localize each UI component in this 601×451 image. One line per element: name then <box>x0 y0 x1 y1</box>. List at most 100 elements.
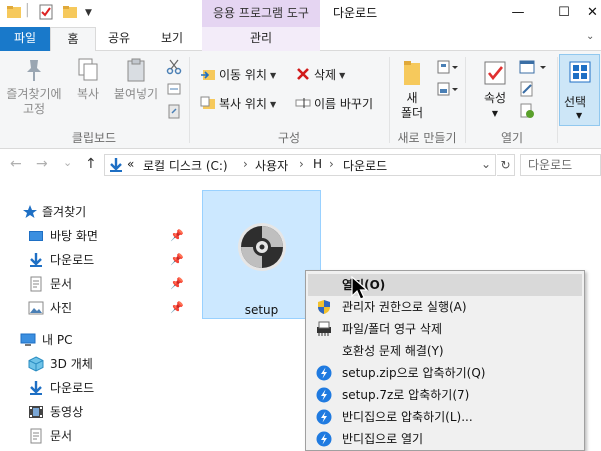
new-folder-icon[interactable] <box>62 4 78 20</box>
new-folder-label-line2: 폴더 <box>400 106 424 120</box>
ribbon-expand-icon[interactable]: ⌄ <box>586 31 594 42</box>
breadcrumb-users[interactable]: 사용자 <box>255 157 288 174</box>
move-to-button[interactable]: 이동 위치 ▼ <box>200 65 276 85</box>
delete-label: 삭제 <box>314 68 337 82</box>
tab-file[interactable]: 파일 <box>0 27 50 51</box>
pin-quick-access-button[interactable]: 즐겨찾기에 고정 <box>2 57 66 117</box>
menu-item-open[interactable]: 열기(O) <box>308 274 582 296</box>
folder-icon[interactable] <box>6 4 22 20</box>
delete-button[interactable]: 삭제 ▼ <box>295 65 345 85</box>
refresh-button[interactable]: ↻ <box>497 154 515 176</box>
pin-label-line2: 고정 <box>22 102 46 116</box>
pin-label-line1: 즐겨찾기에 <box>6 87 62 101</box>
tab-view[interactable]: 보기 <box>142 27 202 51</box>
download-arrow-icon <box>110 158 122 172</box>
address-bar[interactable]: « 로컬 디스크 (C:) › 사용자 › H › 다운로드 ⌄ <box>104 154 496 176</box>
nav-videos-label: 동영상 <box>50 405 84 419</box>
select-button[interactable]: 선택 ▼ <box>559 54 600 126</box>
minimize-button[interactable]: — <box>495 0 541 27</box>
close-button[interactable]: ✕ <box>587 0 601 27</box>
bandizip-icon <box>316 365 332 381</box>
title-bar: | ▼ 응용 프로그램 도구 다운로드 — ☐ ✕ <box>0 0 601 27</box>
breadcrumb-h[interactable]: H <box>313 157 322 171</box>
open-icon[interactable] <box>519 59 549 75</box>
copy-to-button[interactable]: 복사 위치 ▼ <box>200 94 276 114</box>
copy-label: 복사 <box>76 87 100 101</box>
recent-locations-button[interactable]: ⌄ <box>63 156 72 169</box>
context-menu: 열기(O) 관리자 권한으로 실행(A) 파일/폴더 영구 삭제 호환성 문제 … <box>305 270 585 451</box>
breadcrumb-local-disk[interactable]: 로컬 디스크 (C:) <box>143 157 228 174</box>
tab-manage[interactable]: 관리 <box>202 27 320 51</box>
move-to-label: 이동 위치 <box>219 68 267 82</box>
file-item-setup[interactable]: setup <box>202 190 321 319</box>
menu-item-compress-bandizip[interactable]: 반디집으로 압축하기(L)... <box>308 406 582 428</box>
nav-downloads[interactable]: 다운로드 📌 <box>0 248 192 272</box>
cube-icon <box>28 356 44 372</box>
tab-share[interactable]: 공유 <box>96 27 142 51</box>
breadcrumb-downloads[interactable]: 다운로드 <box>343 157 387 174</box>
nav-3d-objects-label: 3D 개체 <box>50 357 93 371</box>
properties-button[interactable]: 속성 ▼ <box>470 57 520 121</box>
rename-button[interactable]: 이름 바꾸기 <box>295 94 373 114</box>
easy-access-icon[interactable] <box>437 81 459 97</box>
menu-item-label: 반디집으로 압축하기(L)... <box>342 410 473 424</box>
copy-to-caret-icon: ▼ <box>269 100 277 109</box>
breadcrumb-separator[interactable]: › <box>329 157 334 171</box>
breadcrumb-overflow[interactable]: « <box>127 157 134 171</box>
nav-pictures[interactable]: 사진 📌 <box>0 296 192 320</box>
breadcrumb-separator[interactable]: › <box>299 157 304 171</box>
new-folder-big-icon <box>404 61 420 85</box>
new-folder-button[interactable]: 새 폴더 <box>394 57 430 121</box>
pin-icon[interactable]: 📌 <box>170 224 184 248</box>
back-button[interactable]: ← <box>10 156 22 172</box>
navigation-pane: 즐겨찾기 바탕 화면 📌 다운로드 📌 문서 📌 사진 📌 내 PC 3D 개체… <box>0 196 192 451</box>
this-pc-icon <box>20 333 36 346</box>
menu-item-label: 호환성 문제 해결(Y) <box>342 344 444 358</box>
copy-path-icon[interactable] <box>166 81 182 97</box>
ribbon: 즐겨찾기에 고정 복사 붙여넣기 클립보드 이동 위치 ▼ 복사 위치 ▼ 삭제 ▼ … <box>0 51 601 149</box>
up-button[interactable]: ↑ <box>85 156 97 172</box>
menu-item-permanent-delete[interactable]: 파일/폴더 영구 삭제 <box>308 318 582 340</box>
address-dropdown-button[interactable]: ⌄ <box>481 157 491 171</box>
forward-button[interactable]: → <box>36 156 48 172</box>
copy-to-label: 복사 위치 <box>219 97 267 111</box>
move-to-caret-icon: ▼ <box>269 71 277 80</box>
pin-icon[interactable]: 📌 <box>170 272 184 296</box>
new-item-icon[interactable] <box>437 59 459 75</box>
cut-icon[interactable] <box>166 59 182 75</box>
nav-desktop[interactable]: 바탕 화면 📌 <box>0 224 192 248</box>
video-icon <box>29 406 43 418</box>
paste-button[interactable]: 붙여넣기 <box>108 57 164 102</box>
tab-home[interactable]: 홈 <box>50 27 96 52</box>
bandizip-icon <box>316 409 332 425</box>
address-row: ← → ⌄ ↑ « 로컬 디스크 (C:) › 사용자 › H › 다운로드 ⌄… <box>0 150 601 180</box>
select-grid-icon <box>569 61 591 83</box>
copy-button[interactable]: 복사 <box>70 57 106 102</box>
paste-shortcut-icon[interactable] <box>166 103 182 119</box>
download-arrow-icon <box>30 381 42 395</box>
select-label: 선택 <box>564 95 587 109</box>
search-input[interactable]: 다운로드 <box>520 154 601 176</box>
context-tab-header: 응용 프로그램 도구 <box>202 0 320 27</box>
file-name: setup <box>244 303 279 317</box>
menu-item-open-bandizip[interactable]: 반디집으로 열기 <box>308 428 582 450</box>
nav-downloads-label: 다운로드 <box>50 253 95 267</box>
menu-item-troubleshoot[interactable]: 호환성 문제 해결(Y) <box>308 340 582 362</box>
pictures-icon <box>28 301 44 315</box>
disc-installer-icon <box>238 223 286 271</box>
nav-documents[interactable]: 문서 📌 <box>0 272 192 296</box>
breadcrumb-separator[interactable]: › <box>243 157 248 171</box>
open-group-label: 열기 <box>500 131 524 145</box>
menu-item-compress-7z[interactable]: setup.7z로 압축하기(7) <box>308 384 582 406</box>
pin-icon[interactable]: 📌 <box>170 296 184 320</box>
menu-item-compress-zip[interactable]: setup.zip으로 압축하기(Q) <box>308 362 582 384</box>
properties-check-icon[interactable] <box>38 4 54 20</box>
pin-icon[interactable]: 📌 <box>170 248 184 272</box>
customize-quick-access-icon[interactable]: ▼ <box>85 8 92 18</box>
nav-quick-access-label: 즐겨찾기 <box>42 205 87 219</box>
maximize-button[interactable]: ☐ <box>541 0 587 27</box>
history-icon[interactable] <box>519 103 535 119</box>
edit-icon[interactable] <box>519 81 535 97</box>
menu-item-run-as-admin[interactable]: 관리자 권한으로 실행(A) <box>308 296 582 318</box>
bandizip-icon <box>316 387 332 403</box>
